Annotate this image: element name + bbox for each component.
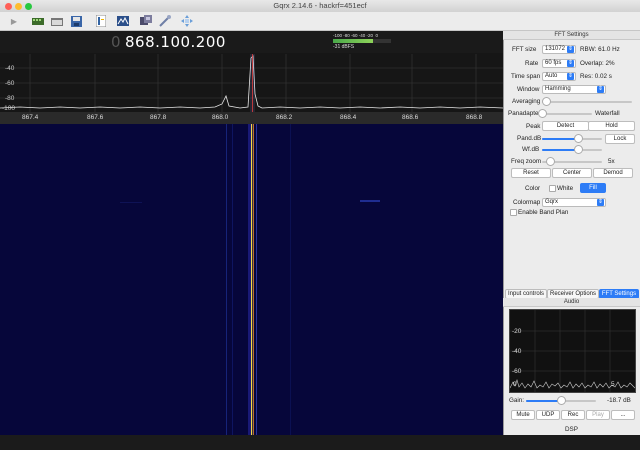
averaging-slider-handle[interactable] [542,97,551,106]
x-tick: 867.6 [87,114,104,121]
spectrum-plot[interactable]: -40 -60 -80 -100 [0,54,503,112]
window-title: Gqrx 2.14.6 - hackrf=451ecf [273,1,367,10]
band-plan-checkbox[interactable] [510,209,517,216]
audio-y-tick: -40 [512,348,522,355]
wf-db-slider[interactable] [542,149,602,151]
fft-size-label: FFT size [512,46,537,53]
signal-meter-fill [333,39,373,43]
rate-select[interactable]: 60 fps [542,59,576,68]
colormap-label: Colormap [513,199,541,206]
fullscreen-icon[interactable] [181,15,193,27]
overlap-value: Overlap: 2% [580,60,615,67]
gain-label: Gain: [509,397,525,404]
more-audio-options-button[interactable]: ... [611,410,635,420]
band-plan-label: Enable Band Plan [518,209,569,216]
pand-db-slider[interactable] [542,138,602,140]
frequency-leading-digit[interactable]: 0 [111,33,121,51]
document-icon[interactable] [95,15,107,27]
frequency-display[interactable]: 868.100.200 [125,33,226,51]
colormap-select[interactable]: Gqrx [542,198,606,207]
y-tick: -60 [5,80,15,87]
time-span-label: Time span [511,73,541,80]
play-icon[interactable]: ▶ [8,15,20,27]
freq-zoom-label: Freq zoom [511,158,542,165]
reset-button[interactable]: Reset [511,168,551,178]
white-checkbox[interactable] [549,185,556,192]
pand-db-label: Pand.dB [517,135,542,142]
demod-button[interactable]: Demod [593,168,633,178]
x-tick: 868.2 [276,114,293,121]
audio-gain-value: -18.7 dB [607,397,631,404]
window-select[interactable]: Hamming [542,85,606,94]
averaging-slider[interactable] [542,101,632,103]
signal-meter: -100 -80 -60 -40 -20 0 -31 dBFS [333,33,391,51]
x-tick: 867.4 [22,114,39,121]
freq-zoom-value: 5x [608,158,615,165]
pand-db-slider-fill [542,138,578,140]
color-label: Color [525,185,541,192]
audio-header: Audio [503,298,640,307]
pan-waterfall-split-handle[interactable] [538,109,547,118]
play-button[interactable]: Play [586,410,610,420]
udp-button[interactable]: UDP [536,410,560,420]
fill-button[interactable]: Fill [580,183,606,193]
dsp-label: DSP [565,426,578,433]
frequency-bar [0,31,503,53]
x-tick: 867.8 [150,114,167,121]
averaging-label: Averaging [512,98,541,105]
audio-y-tick: -20 [512,328,522,335]
x-tick: 868.8 [466,114,483,121]
audio-fft-trace [510,378,635,389]
x-tick: 868.0 [212,114,229,121]
pan-waterfall-split-slider[interactable] [542,113,592,115]
fft-settings-header: FFT Settings [503,31,640,40]
save-icon[interactable] [70,15,82,27]
signal-meter-track [333,39,391,43]
rbw-value: RBW: 61.0 Hz [580,46,620,53]
x-tick: 868.4 [340,114,357,121]
wf-db-slider-fill [542,149,578,151]
audio-gain-handle[interactable] [557,396,566,405]
peak-label: Peak [526,123,541,130]
signal-meter-scale: -100 -80 -60 -40 -20 0 [333,33,379,38]
center-button[interactable]: Center [552,168,592,178]
res-value: Res: 0.02 s [580,73,612,80]
mute-button[interactable]: Mute [511,410,535,420]
audio-x-tick: 0 [513,381,517,388]
y-tick: -100 [2,105,16,112]
tools-icon[interactable] [159,15,171,27]
window-label: Window [517,86,540,93]
signal-meter-readout: -31 dBFS [333,44,355,50]
white-label: White [557,185,574,192]
waterfall[interactable] [0,124,503,435]
peak-detect-button[interactable]: Detect [542,121,589,131]
frequency-axis[interactable] [0,112,503,124]
pand-db-slider-handle[interactable] [574,134,583,143]
sdr-icon[interactable] [117,15,129,27]
wf-db-slider-handle[interactable] [574,145,583,154]
fft-size-select[interactable]: 131072 [542,45,576,54]
wf-db-label: Wf.dB [522,146,540,153]
rate-label: Rate [525,60,539,67]
y-tick: -80 [5,95,15,102]
hardware-config-icon[interactable] [140,15,152,27]
audio-fft-plot[interactable] [509,309,636,393]
panadapter-label: Panadapter [508,110,541,117]
audio-x-tick: 5 [611,381,615,388]
folder-icon[interactable] [51,15,63,27]
hardware-icon[interactable] [32,15,44,27]
toolbar: ▶ [0,12,640,31]
peak-hold-button[interactable]: Hold [588,121,635,131]
lock-button[interactable]: Lock [605,134,635,144]
audio-gain-fill [526,400,561,402]
rec-button[interactable]: Rec [561,410,585,420]
time-span-select[interactable]: Auto [542,72,576,81]
waterfall-label: Waterfall [595,110,620,117]
audio-y-tick: -60 [512,368,522,375]
y-tick: -40 [5,65,15,72]
x-tick: 868.6 [402,114,419,121]
